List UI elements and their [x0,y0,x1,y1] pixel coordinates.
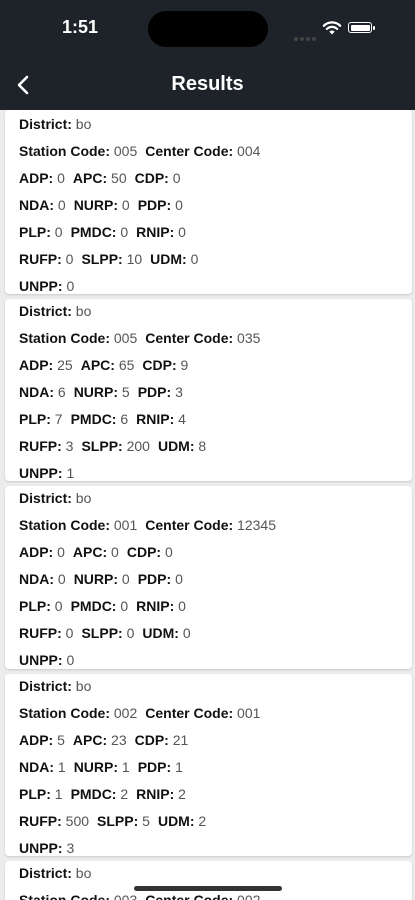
district-row: District: bo [19,490,92,506]
district-row: District: bo [19,865,92,881]
party-row: UNPP: 0 [19,652,75,668]
status-time: 1:51 [62,17,99,37]
party-row: ADP: 0 APC: 50 CDP: 0 [19,170,181,186]
party-row: RUFP: 500 SLPP: 5 UDM: 2 [19,813,207,829]
party-row: PLP: 0 PMDC: 0 RNIP: 0 [19,224,186,240]
results-list[interactable]: District: bo Station Code: 005 Center Cod… [0,110,415,900]
navigation-bar: Results [0,60,415,110]
party-row: PLP: 1 PMDC: 2 RNIP: 2 [19,786,186,802]
result-card: District: bo Station Code: 005 Center Cod… [5,110,412,294]
result-card: District: bo Station Code: 005 Center Cod… [5,299,412,481]
party-row: UNPP: 3 [19,840,75,856]
party-row: NDA: 0 NURP: 0 PDP: 0 [19,571,183,587]
battery-icon [348,22,375,33]
party-row: RUFP: 3 SLPP: 200 UDM: 8 [19,438,207,454]
party-row: NDA: 0 NURP: 0 PDP: 0 [19,197,183,213]
result-card: District: bo Station Code: 003 Center Cod… [5,861,412,900]
party-row: PLP: 0 PMDC: 0 RNIP: 0 [19,598,186,614]
party-row: RUFP: 0 SLPP: 10 UDM: 0 [19,251,199,267]
code-row: Station Code: 005 Center Code: 004 [19,143,261,159]
dynamic-island [148,11,268,47]
code-row: Station Code: 002 Center Code: 001 [19,705,261,721]
district-row: District: bo [19,116,92,132]
wifi-icon [322,21,342,35]
status-bar: 1:51 [0,0,415,60]
page-title: Results [171,73,244,95]
party-row: NDA: 1 NURP: 1 PDP: 1 [19,759,183,775]
party-row: RUFP: 0 SLPP: 0 UDM: 0 [19,625,191,641]
cellular-signal-icon [294,28,318,46]
code-row: Station Code: 003 Center Code: 002 [19,892,261,900]
party-row: UNPP: 0 [19,278,75,294]
party-row: ADP: 0 APC: 0 CDP: 0 [19,544,173,560]
result-card: District: bo Station Code: 001 Center Cod… [5,486,412,669]
result-card: District: bo Station Code: 002 Center Cod… [5,674,412,856]
party-row: ADP: 5 APC: 23 CDP: 21 [19,732,189,748]
party-row: ADP: 25 APC: 65 CDP: 9 [19,357,189,373]
district-row: District: bo [19,303,92,319]
code-row: Station Code: 001 Center Code: 12345 [19,517,276,533]
party-row: UNPP: 1 [19,465,75,481]
party-row: NDA: 6 NURP: 5 PDP: 3 [19,384,183,400]
district-row: District: bo [19,678,92,694]
party-row: PLP: 7 PMDC: 6 RNIP: 4 [19,411,186,427]
code-row: Station Code: 005 Center Code: 035 [19,330,261,346]
home-indicator[interactable] [134,886,282,891]
